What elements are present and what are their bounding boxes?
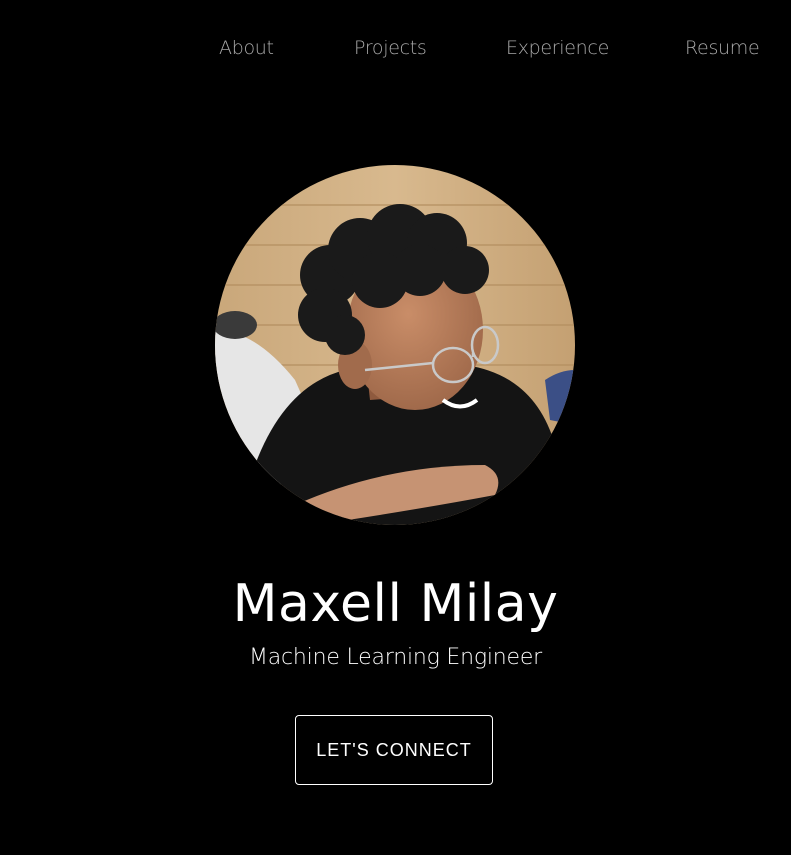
nav-link-experience[interactable]: Experience: [506, 37, 609, 59]
profile-photo-image: [215, 165, 575, 525]
profile-photo: [215, 165, 575, 525]
lets-connect-button[interactable]: LET'S CONNECT: [295, 715, 493, 785]
nav-link-projects[interactable]: Projects: [354, 37, 427, 59]
hero-title: Machine Learning Engineer: [248, 645, 543, 670]
nav-link-about[interactable]: About: [219, 37, 274, 59]
nav-link-resume[interactable]: Resume: [685, 37, 760, 59]
top-nav: About Projects Experience Resume: [0, 0, 791, 100]
hero-name: Maxell Milay: [232, 574, 559, 634]
